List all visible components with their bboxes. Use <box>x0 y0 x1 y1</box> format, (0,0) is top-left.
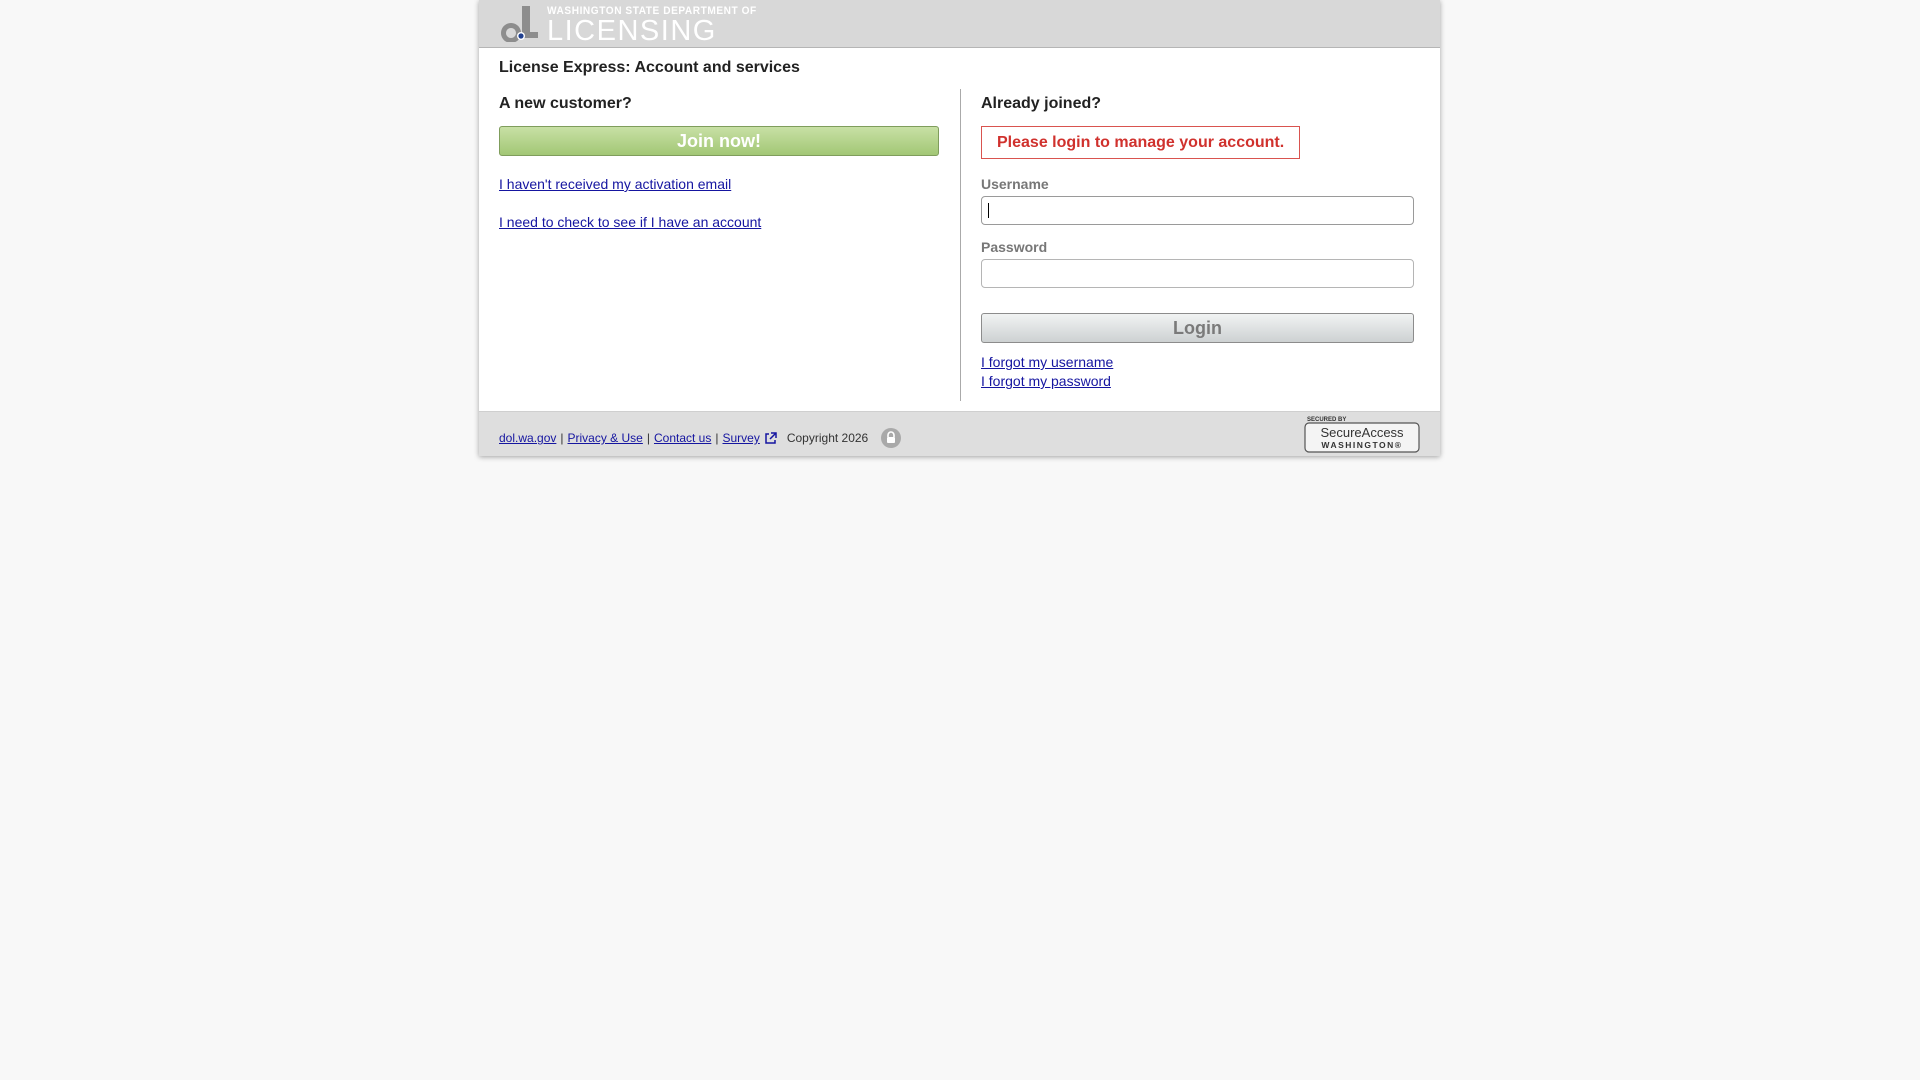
header-bar: WASHINGTON STATE DEPARTMENT OF LICENSING <box>479 0 1440 48</box>
footer-separator: | <box>646 431 650 445</box>
footer-link-dol[interactable]: dol.wa.gov <box>499 431 556 445</box>
text-cursor <box>988 203 989 218</box>
lock-icon <box>881 428 902 448</box>
logo-text: WASHINGTON STATE DEPARTMENT OF LICENSING <box>547 4 775 47</box>
footer-link-privacy[interactable]: Privacy & Use <box>568 431 643 445</box>
logo-licensing-word: LICENSING <box>547 15 717 47</box>
login-button[interactable]: Login <box>981 313 1414 343</box>
already-joined-heading: Already joined? <box>981 95 1102 112</box>
footer-link-contact[interactable]: Contact us <box>654 431 711 445</box>
login-alert-message: Please login to manage your account. <box>981 126 1301 159</box>
username-input[interactable] <box>981 196 1414 225</box>
badge-washington: WASHINGTON® <box>1321 440 1402 450</box>
copyright-text: Copyright 2026 <box>786 431 869 445</box>
footer-bar: dol.wa.gov | Privacy & Use | Contact us … <box>479 411 1440 456</box>
dol-logo[interactable]: WASHINGTON STATE DEPARTMENT OF LICENSING <box>499 4 775 47</box>
column-divider <box>960 89 961 401</box>
activation-email-link[interactable]: I haven't received my activation email <box>499 176 939 192</box>
footer-separator: | <box>560 431 564 445</box>
forgot-password-link[interactable]: I forgot my password <box>981 373 1414 389</box>
new-customer-heading: A new customer? <box>499 95 632 112</box>
logo-agency-line: WASHINGTON STATE DEPARTMENT OF <box>547 5 757 17</box>
username-field-wrap <box>981 196 1414 225</box>
login-panel: WASHINGTON STATE DEPARTMENT OF LICENSING… <box>479 0 1440 456</box>
password-label: Password <box>981 239 1048 255</box>
footer-separator: | <box>715 431 719 445</box>
forgot-username-link[interactable]: I forgot my username <box>981 354 1414 370</box>
external-link-icon[interactable] <box>764 431 777 445</box>
dol-logo-icon <box>501 6 538 42</box>
badge-secured-by: SECURED BY <box>1307 417 1346 423</box>
secure-access-washington-badge[interactable]: SECURED BY SecureAccess WASHINGTON® <box>1304 415 1420 453</box>
page-title: License Express: Account and services <box>499 59 800 76</box>
check-account-link[interactable]: I need to check to see if I have an acco… <box>499 214 939 230</box>
new-customer-section: A new customer? Join now! I haven't rece… <box>499 95 939 230</box>
footer-link-survey[interactable]: Survey <box>722 431 759 445</box>
username-label: Username <box>981 176 1049 192</box>
join-now-button[interactable]: Join now! <box>499 126 939 156</box>
login-section: Already joined? Please login to manage y… <box>981 95 1414 389</box>
badge-secure-access: SecureAccess <box>1320 425 1404 440</box>
footer-links: dol.wa.gov | Privacy & Use | Contact us … <box>499 428 902 448</box>
password-input[interactable] <box>981 259 1414 288</box>
